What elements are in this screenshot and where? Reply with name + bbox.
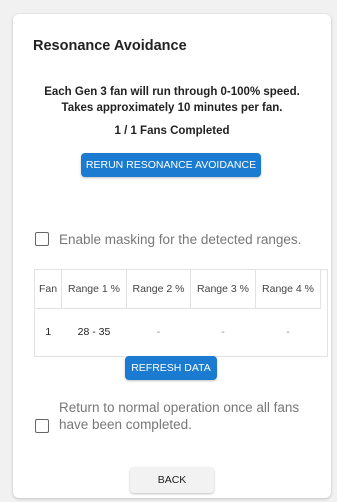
table-header-row: Fan Range 1 % Range 2 % Range 3 % Range …	[35, 270, 321, 309]
masking-checkbox-row[interactable]: Enable masking for the detected ranges.	[35, 231, 301, 248]
return-normal-checkbox-label[interactable]: Return to normal operation once all fans…	[59, 399, 315, 433]
refresh-data-button[interactable]: REFRESH DATA	[125, 356, 217, 380]
description-line-1: Each Gen 3 fan will run through 0-100% s…	[44, 86, 300, 98]
table-row: 1 28 - 35 - - -	[35, 309, 321, 356]
resonance-avoidance-dialog: Resonance Avoidance Each Gen 3 fan will …	[13, 14, 331, 498]
rerun-resonance-avoidance-button[interactable]: RERUN RESONANCE AVOIDANCE	[81, 153, 261, 177]
table-cell-range-2: -	[156, 326, 161, 338]
return-normal-checkbox-row[interactable]: Return to normal operation once all fans…	[35, 399, 315, 433]
column-header-range-1: Range 1 %	[61, 270, 127, 309]
column-header-fan: Fan	[35, 270, 62, 309]
column-header-range-3: Range 3 %	[190, 270, 256, 309]
table-cell-range-4: -	[286, 326, 290, 338]
description-line-2: Takes approximately 10 minutes per fan.	[61, 102, 283, 114]
column-header-range-4: Range 4 %	[255, 270, 321, 309]
fans-completed-status: 1 / 1 Fans Completed	[114, 125, 230, 137]
table-cell-range-1: 28 - 35	[77, 326, 111, 338]
masking-checkbox-label[interactable]: Enable masking for the detected ranges.	[59, 231, 301, 248]
masking-checkbox[interactable]	[35, 232, 49, 246]
dialog-title: Resonance Avoidance	[33, 38, 187, 54]
table-cell-fan: 1	[45, 326, 52, 338]
return-normal-checkbox[interactable]	[35, 419, 49, 433]
table-cell-range-3: -	[221, 326, 225, 338]
back-button[interactable]: BACK	[130, 467, 214, 493]
resonance-ranges-table[interactable]: Fan Range 1 % Range 2 % Range 3 % Range …	[34, 269, 328, 357]
column-header-range-2: Range 2 %	[126, 270, 191, 309]
